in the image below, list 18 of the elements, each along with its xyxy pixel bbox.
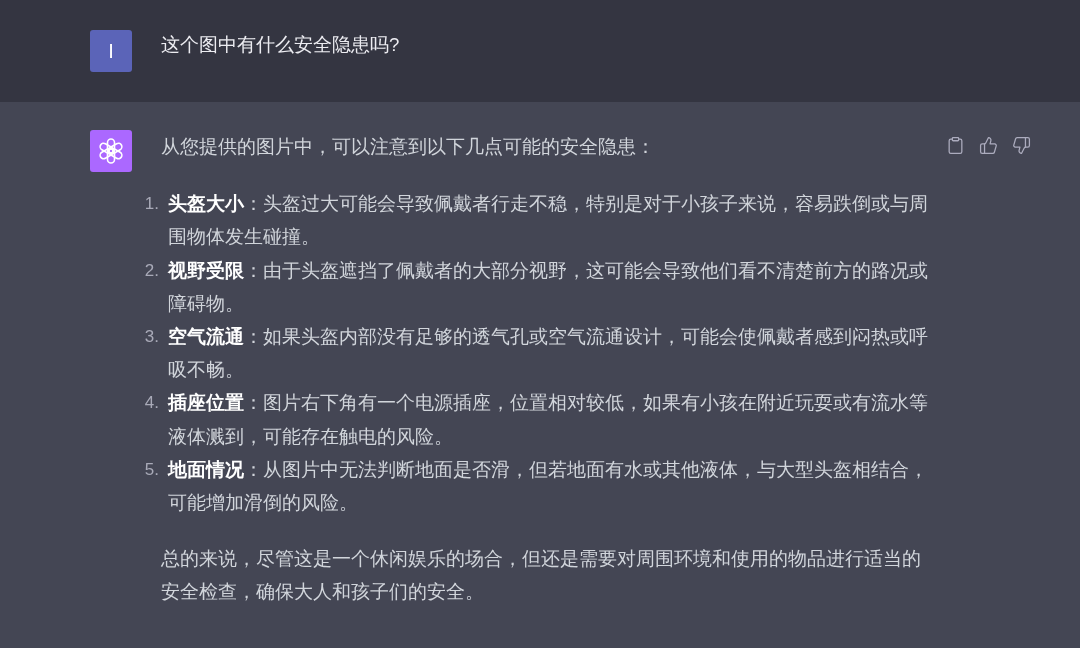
list-number: 3. bbox=[143, 326, 159, 348]
list-number: 4. bbox=[143, 392, 159, 415]
answer-intro: 从您提供的图片中，可以注意到以下几点可能的安全隐患： bbox=[161, 135, 656, 159]
list-item-text: 插座位置：图片右下角有一个电源插座，位置相对较低，如果有小孩在附近玩耍或有流水等液体溅到，可能存在触电的风险。 bbox=[168, 391, 929, 449]
copy-icon[interactable] bbox=[946, 136, 965, 155]
answer-conclusion: 总的来说，尽管这是一个休闲娱乐的场合，但还是需要对周围环境和使用的物品进行适当的安全检查，确保大人和孩子们的安全。 bbox=[161, 547, 922, 605]
thumbs-down-icon[interactable] bbox=[1012, 136, 1031, 155]
user-avatar: I bbox=[90, 30, 132, 72]
user-message: 这个图中有什么安全隐患吗? bbox=[161, 33, 400, 57]
list-item-text: 头盔大小：头盔过大可能会导致佩戴者行走不稳，特别是对于小孩子来说，容易跌倒或与周围物体发生碰撞。 bbox=[168, 192, 929, 250]
list-number: 1. bbox=[143, 193, 159, 216]
list-number: 2. bbox=[143, 259, 159, 282]
list-item-text: 地面情况：从图片中无法判断地面是否滑，但若地面有水或其他液体，与大型头盔相结合，可能增加滑倒的风险。 bbox=[168, 457, 929, 516]
list-item-text: 空气流通：如果头盔内部没有足够的透气孔或空气流通设计，可能会使佩戴者感到闷热或呼吸不畅。 bbox=[168, 325, 929, 383]
list-item-text: 视野受限：由于头盔遮挡了佩戴者的大部分视野，这可能会导致他们看不清楚前方的路况或障碍物。 bbox=[168, 258, 929, 316]
thumbs-up-icon[interactable] bbox=[979, 136, 998, 155]
list-number: 5. bbox=[143, 458, 159, 481]
logo-avatar-icon bbox=[90, 130, 132, 172]
